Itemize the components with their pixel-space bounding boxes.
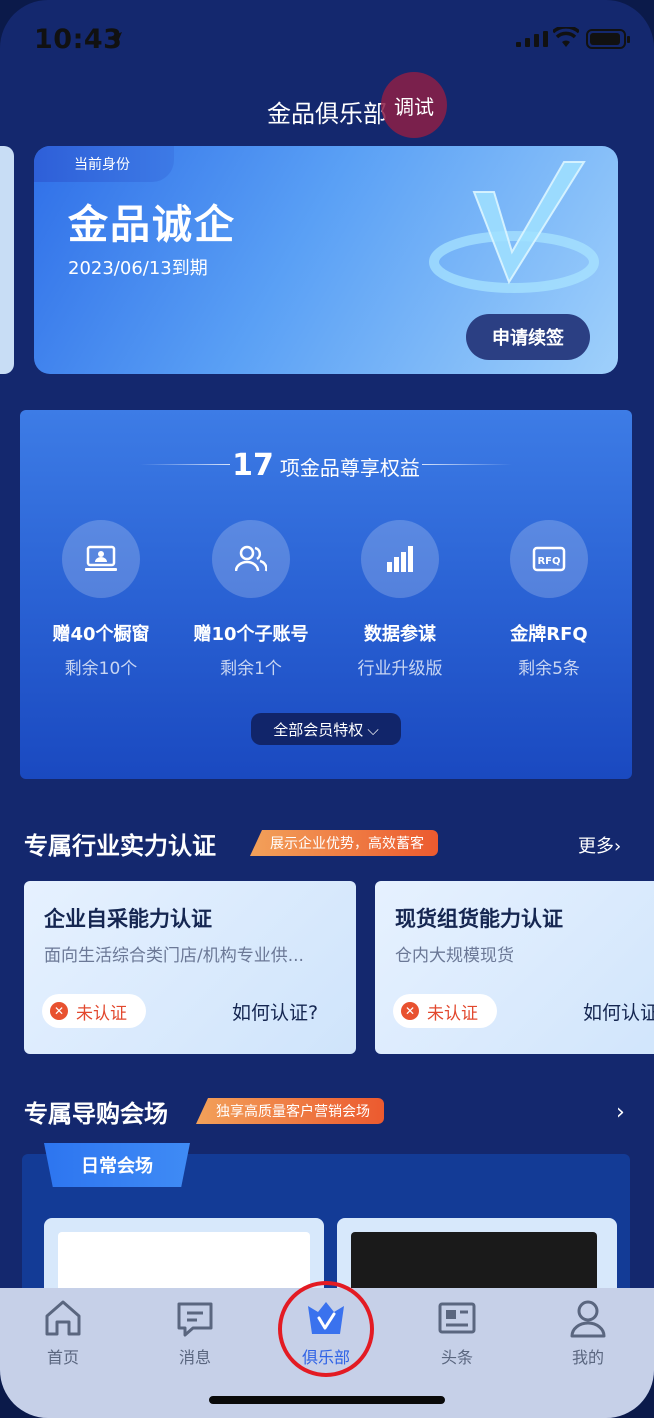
status-text: 未认证	[76, 1003, 127, 1024]
certification-tag: 展示企业优势，高效蓄客	[250, 830, 438, 856]
bar-chart-icon	[361, 520, 439, 598]
benefit-remaining: 行业升级版	[357, 659, 443, 679]
more-link[interactable]: 更多›	[578, 832, 621, 858]
cert-desc: 面向生活综合类门店/机构专业供...	[44, 946, 304, 966]
benefit-data-advisor[interactable]: 数据参谋 行业升级版	[325, 520, 475, 679]
debug-button[interactable]: 调试	[381, 72, 447, 138]
sub-accounts-icon	[212, 520, 290, 598]
tab-news[interactable]: 头条	[412, 1298, 502, 1368]
membership-card: 当前身份 金品诚企 2023/06/13到期 申请续签	[34, 146, 618, 374]
showcase-icon	[62, 520, 140, 598]
certification-title: 专属行业实力认证	[24, 832, 216, 860]
tab-label: 首页	[46, 1348, 79, 1367]
home-icon	[45, 1300, 81, 1336]
tab-home[interactable]: 首页	[18, 1298, 108, 1368]
svg-text:RFQ: RFQ	[537, 556, 560, 567]
venue-tag: 独享高质量客户营销会场	[196, 1098, 384, 1124]
benefits-heading: 17 项金品尊享权益	[20, 448, 632, 483]
benefit-remaining: 剩余10个	[64, 659, 138, 679]
benefit-name: 赠40个橱窗	[52, 624, 150, 645]
how-to-certify-link[interactable]: 如何认证?	[232, 998, 318, 1025]
location-arrow-icon	[108, 32, 122, 46]
cert-card-self-purchase[interactable]: 企业自采能力认证 面向生活综合类门店/机构专业供... ✕ 未认证 如何认证?	[24, 881, 356, 1054]
cert-title: 企业自采能力认证	[44, 907, 212, 931]
tab-messages[interactable]: 消息	[150, 1298, 240, 1368]
tab-profile[interactable]: 我的	[543, 1298, 633, 1368]
cert-card-stock[interactable]: 现货组货能力认证 仓内大规模现货 ✕ 未认证 如何认证?	[375, 881, 654, 1054]
cellular-signal-icon	[516, 31, 548, 47]
status-bar: 10:43	[0, 0, 654, 80]
wifi-icon	[553, 27, 579, 47]
app-screen: 10:43 金品俱乐部 调试 当前身份 金品诚企 2023/06/13到期 申请…	[0, 0, 654, 1418]
how-to-certify-link[interactable]: 如何认证?	[583, 998, 654, 1025]
tab-daily-venue[interactable]: 日常会场	[44, 1143, 190, 1187]
tab-label: 消息	[178, 1348, 211, 1367]
close-circle-icon: ✕	[50, 1002, 68, 1020]
benefit-sub-accounts[interactable]: 赠10个子账号 剩余1个	[176, 520, 326, 679]
news-icon	[438, 1302, 476, 1334]
chevron-right-icon[interactable]: ›	[616, 1100, 625, 1125]
status-badge: ✕ 未认证	[42, 994, 146, 1028]
benefit-name: 赠10个子账号	[193, 624, 309, 645]
v-badge-icon	[429, 161, 599, 293]
identity-label: 当前身份	[34, 146, 174, 182]
tab-label: 我的	[571, 1348, 604, 1367]
message-icon	[177, 1302, 213, 1337]
benefit-name: 数据参谋	[364, 624, 436, 645]
cert-title: 现货组货能力认证	[395, 907, 563, 931]
tab-label: 头条	[440, 1348, 473, 1367]
close-circle-icon: ✕	[401, 1002, 419, 1020]
rfq-icon: RFQ	[510, 520, 588, 598]
benefit-remaining: 剩余5条	[518, 659, 580, 679]
expiry-date: 2023/06/13到期	[68, 258, 208, 279]
renew-button[interactable]: 申请续签	[466, 314, 590, 360]
benefits-title: 项金品尊享权益	[279, 456, 420, 480]
home-indicator[interactable]	[209, 1396, 445, 1404]
venue-title: 专属导购会场	[24, 1100, 168, 1128]
page-title: 金品俱乐部	[267, 100, 387, 128]
status-badge: ✕ 未认证	[393, 994, 497, 1028]
cert-desc: 仓内大规模现货	[395, 946, 514, 966]
previous-card-peek[interactable]	[0, 146, 14, 374]
benefit-gold-rfq[interactable]: RFQ 金牌RFQ 剩余5条	[474, 520, 624, 679]
battery-icon	[586, 29, 630, 49]
benefit-remaining: 剩余1个	[220, 659, 282, 679]
profile-icon	[570, 1300, 606, 1338]
benefit-name: 金牌RFQ	[510, 624, 588, 645]
status-text: 未认证	[427, 1003, 478, 1024]
benefits-panel: 17 项金品尊享权益 赠40个橱窗 剩余10个 赠10个子账号 剩余1个 数据参谋…	[20, 410, 632, 779]
benefits-count: 17	[232, 448, 274, 483]
member-level: 金品诚企	[68, 202, 236, 248]
benefit-showcase[interactable]: 赠40个橱窗 剩余10个	[26, 520, 176, 679]
all-privileges-button[interactable]: 全部会员特权 ⌵	[251, 713, 401, 745]
highlight-circle-annotation	[278, 1281, 374, 1377]
